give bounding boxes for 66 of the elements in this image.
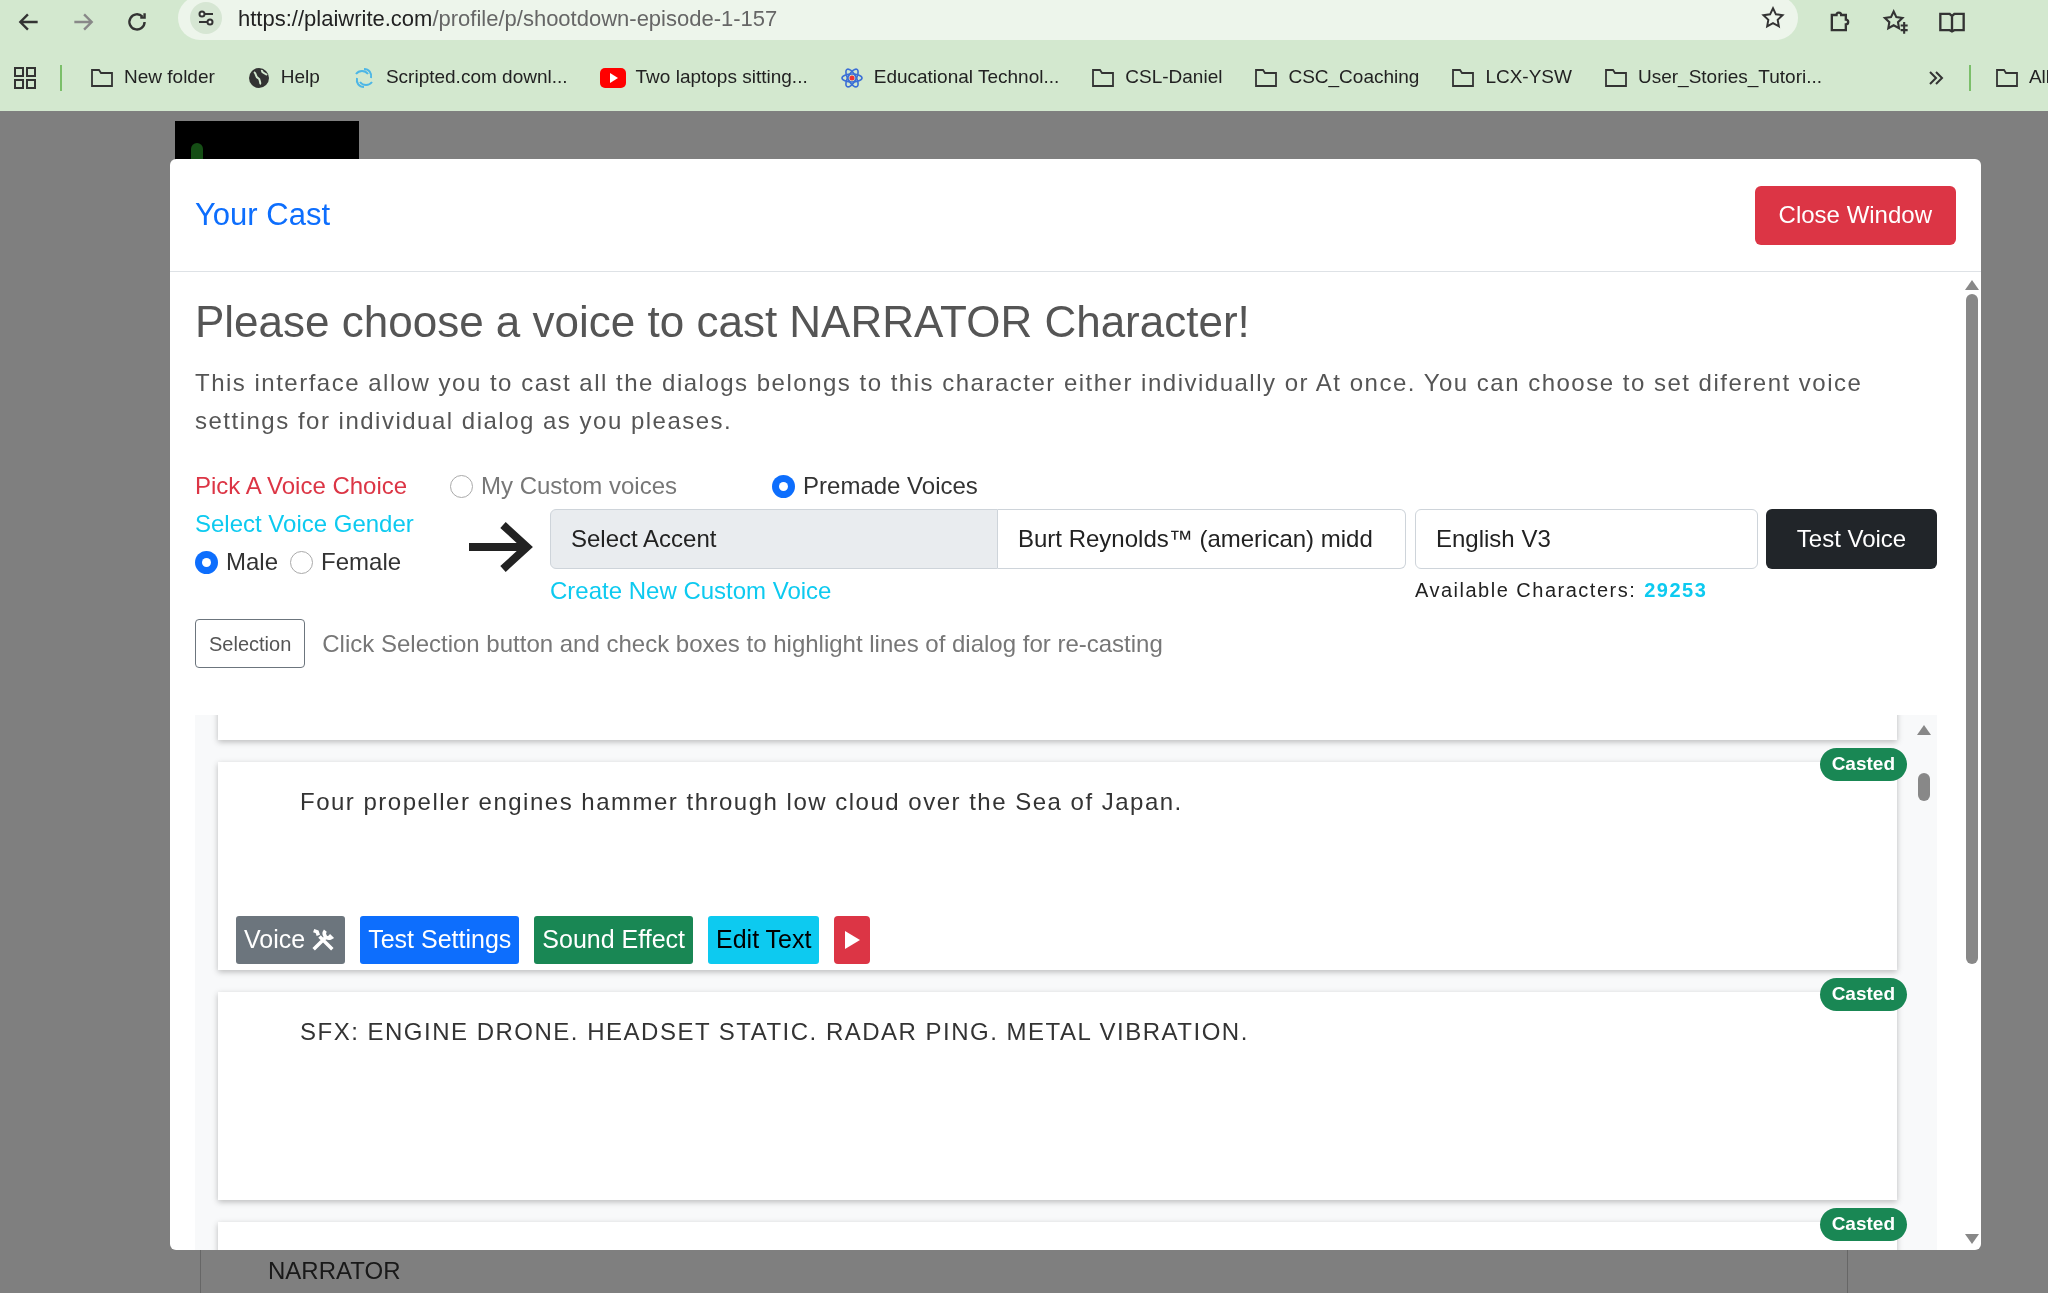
- status-badge: Casted: [1819, 1208, 1907, 1241]
- radio-button[interactable]: [772, 474, 796, 498]
- sound-effect-button[interactable]: Sound Effect: [534, 916, 693, 964]
- modal-heading: Please choose a voice to cast NARRATOR Character!: [195, 296, 1251, 348]
- bookmark[interactable]: CSC_Coaching: [1250, 63, 1424, 92]
- radio-option[interactable]: Premade Voices: [772, 468, 978, 504]
- bookmark[interactable]: New folder: [86, 63, 219, 92]
- bookmark[interactable]: Help: [242, 63, 324, 92]
- play-icon: [843, 930, 862, 950]
- more-bookmarks-icon[interactable]: [1926, 68, 1945, 87]
- scroll-up-icon[interactable]: [1964, 280, 1979, 290]
- apps-icon[interactable]: [14, 66, 36, 89]
- voice-button[interactable]: Voice: [236, 916, 346, 964]
- model-field[interactable]: English V3: [1415, 509, 1758, 569]
- radio-button[interactable]: [195, 550, 218, 574]
- description-text: This interface allow you to cast all the dialogs belongs to this character either individually or At once. You can choose to set diferent voice settings for individual dialog as you pleases.: [195, 368, 1864, 436]
- scroll-down-icon[interactable]: [1964, 1234, 1979, 1244]
- dialog-text: SFX: ENGINE DRONE. HEADSET STATIC. RADAR PING. METAL VIBRATION.: [300, 1017, 1250, 1047]
- bookmark[interactable]: Scripted.com downl...: [347, 63, 572, 92]
- accent-select[interactable]: Select Accent: [550, 509, 998, 569]
- voice-value: Burt Reynolds™ (american) midd: [1018, 524, 1373, 554]
- scroll-thumb[interactable]: [1965, 294, 1978, 964]
- atom-icon: [839, 65, 864, 90]
- play-button[interactable]: [834, 916, 871, 964]
- bookmark[interactable]: Two laptops sitting...: [595, 63, 812, 92]
- site-settings-icon[interactable]: [190, 2, 222, 34]
- folder-icon: [1254, 66, 1279, 89]
- play-icon: [599, 67, 626, 88]
- radio-button[interactable]: [450, 474, 473, 498]
- available-count: 29253: [1644, 578, 1708, 603]
- globe-icon: [246, 65, 271, 90]
- section-label: NARRATOR: [268, 1257, 401, 1284]
- url-text: https://plaiwrite.com/profile/p/shootdown-episode-1-157: [238, 4, 779, 33]
- radio-button[interactable]: [290, 550, 314, 574]
- status-badge: Casted: [1819, 978, 1907, 1011]
- scroll-up-icon[interactable]: [1917, 725, 1931, 735]
- star-icon[interactable]: [1760, 5, 1786, 31]
- edit-text-button[interactable]: Edit Text: [708, 916, 820, 964]
- folder-icon: [1994, 66, 2019, 89]
- test-voice-button[interactable]: Test Voice: [1766, 509, 1937, 569]
- bookmark[interactable]: Educational Technol...: [835, 63, 1064, 92]
- selection-hint: Click Selection button and check boxes to highlight lines of dialog for re-casting: [322, 628, 1163, 659]
- bookmark[interactable]: CSL-Daniel: [1087, 63, 1227, 92]
- folder-icon: [1603, 66, 1628, 89]
- test-settings-button[interactable]: Test Settings: [360, 916, 520, 964]
- favorites-icon[interactable]: [1882, 8, 1910, 36]
- gender-label: Select Voice Gender: [195, 509, 415, 539]
- available-label: Available Characters:: [1415, 578, 1637, 603]
- bookmark[interactable]: LCX-YSW: [1447, 63, 1576, 92]
- radio-option[interactable]: Male: [195, 543, 279, 581]
- voice-select[interactable]: Burt Reynolds™ (american) midd: [998, 509, 1406, 569]
- radio-option[interactable]: Female: [290, 543, 402, 581]
- scroll-thumb[interactable]: [1918, 773, 1930, 801]
- address-bar[interactable]: https://plaiwrite.com/profile/p/shootdown-episode-1-157: [178, 0, 1798, 40]
- folder-icon: [1451, 66, 1476, 89]
- folder-icon: [90, 66, 114, 89]
- bookmark[interactable]: User_Stories_Tutori...: [1599, 63, 1827, 92]
- close-window-button[interactable]: Close Window: [1754, 185, 1956, 245]
- selection-button[interactable]: Selection: [195, 619, 306, 668]
- folder-icon: [1091, 66, 1116, 89]
- status-badge: Casted: [1819, 748, 1907, 781]
- dialog-text: Four propeller engines hammer through low cloud over the Sea of Japan.: [300, 787, 1184, 817]
- voice-choice-label: Pick A Voice Choice: [195, 471, 409, 501]
- bookmark[interactable]: All: [1994, 63, 2048, 92]
- modal-title: Your Cast: [195, 195, 330, 234]
- radio-option[interactable]: My Custom voices: [450, 468, 678, 504]
